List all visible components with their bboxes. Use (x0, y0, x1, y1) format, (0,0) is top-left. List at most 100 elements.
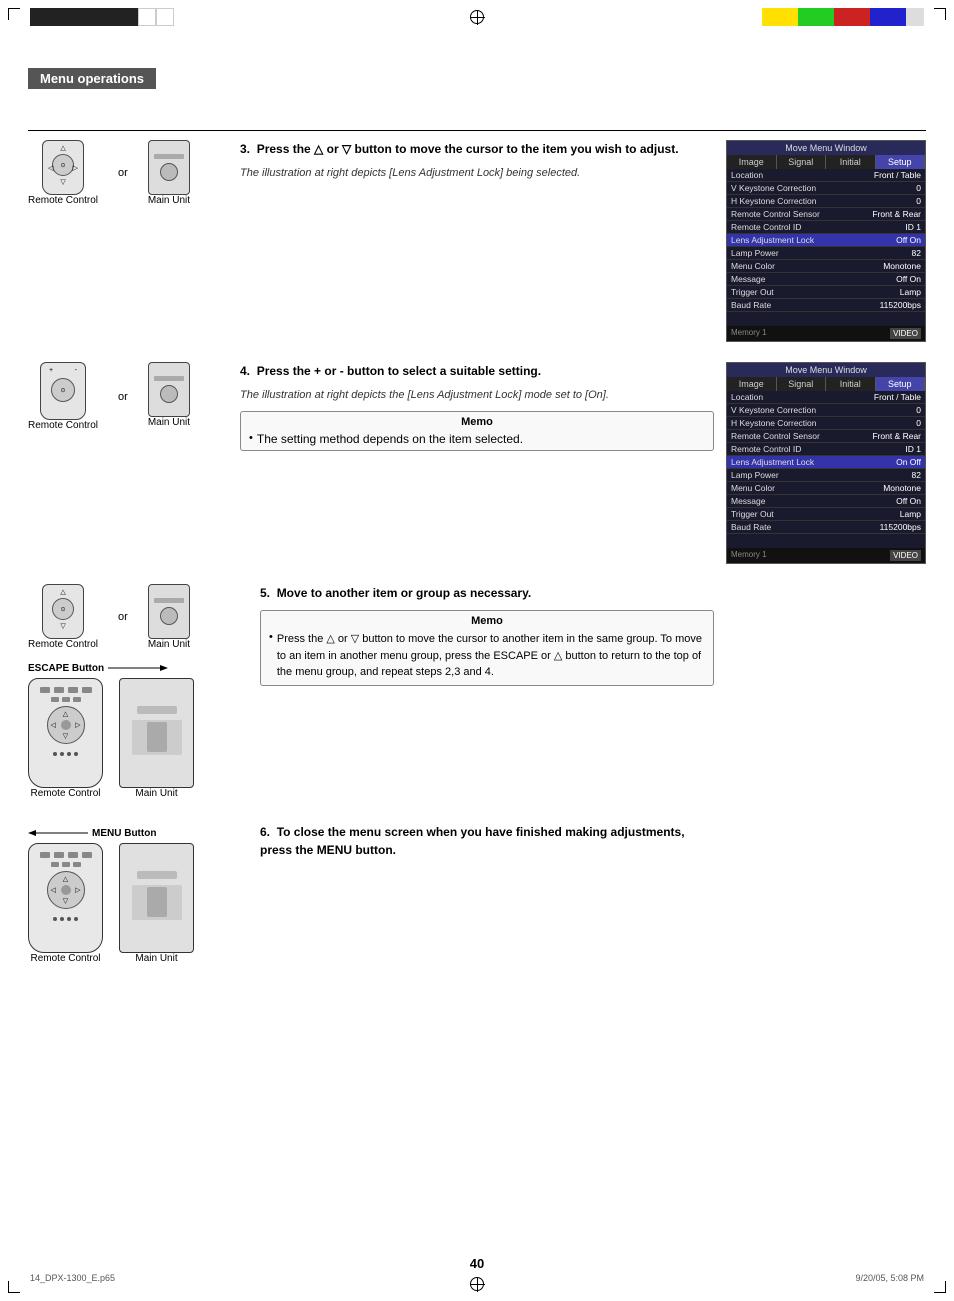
row-menucolor-value: Monotone (883, 261, 921, 271)
step-3-row: △ ⊙ ▽ ◁ ▷ Remote Control or (28, 140, 926, 342)
row-baudrate-label: Baud Rate (731, 300, 771, 310)
step4-instruction-text: Press the + or - button to select a suit… (257, 364, 541, 378)
step6-large-remote-icon: △ ▽ ◁ ▷ (28, 843, 103, 953)
escape-label-text: ESCAPE Button (28, 663, 104, 674)
menu-row-location: Location Front / Table (727, 169, 925, 182)
step5-instruction: 5. Move to another item or group as nece… (260, 584, 714, 602)
row-location-label: Location (731, 170, 763, 180)
step4-memo: Memo The setting method depends on the i… (240, 411, 714, 451)
corner-mark-br (934, 1281, 946, 1293)
row-hkeystone-label: H Keystone Correction (731, 196, 817, 206)
step4-or: or (118, 362, 128, 431)
step3-menu: Move Menu Window Image Signal Initial Se… (726, 140, 926, 342)
step6-large-unit-label: Main Unit (135, 953, 177, 964)
row-vkeystone-value: 0 (916, 183, 921, 193)
menu-window-1-footer: Memory 1 VIDEO (727, 326, 925, 341)
row-trigger-value: Lamp (900, 287, 921, 297)
tab2-image[interactable]: Image (727, 377, 777, 391)
row-message-value: Off On (896, 274, 921, 284)
step5-unit-icon-top (148, 584, 190, 639)
tab2-signal[interactable]: Signal (777, 377, 827, 391)
menu-label-text: MENU Button (92, 828, 156, 839)
color-bar-top (762, 8, 924, 26)
step6-menu-section: MENU Button (28, 827, 194, 968)
menu-row-message: Message Off On (727, 273, 925, 286)
step5-instruction-text: Move to another item or group as necessa… (277, 586, 532, 600)
menu2-row-location: Location Front / Table (727, 391, 925, 404)
step5-memo-content: Press the △ or ▽ button to move the curs… (277, 631, 705, 681)
menu2-row-baudrate: Baud Rate 115200bps (727, 521, 925, 534)
tab-setup[interactable]: Setup (876, 155, 926, 169)
escape-arrow-svg (108, 662, 168, 674)
menu-window-1-tabs: Image Signal Initial Setup (727, 155, 925, 169)
step6-instruction: 6. To close the menu screen when you hav… (260, 823, 714, 859)
step4-remote-label: Remote Control (28, 420, 98, 431)
step3-unit-icon (148, 140, 190, 195)
step-5-devices: △ ⊙ ▽ Remote Control or Main Unit (28, 584, 248, 803)
step3-remote-icon: △ ⊙ ▽ ◁ ▷ (42, 140, 84, 195)
step-3-text: 3. Press the △ or ▽ button to move the c… (228, 140, 726, 181)
section-title: Menu operations (40, 71, 144, 86)
step-4-row: + - ⊙ Remote Control or Main Unit (28, 362, 926, 564)
step6-large-unit-icon (119, 843, 194, 953)
step4-unit-item: Main Unit (148, 362, 190, 431)
menu-window-2-tabs: Image Signal Initial Setup (727, 377, 925, 391)
corner-mark-tr (934, 8, 946, 20)
step4-remote-icon: + - ⊙ (40, 362, 86, 420)
row-hkeystone-value: 0 (916, 196, 921, 206)
step6-large-remote-label: Remote Control (30, 953, 100, 964)
menu2-row-lamppower: Lamp Power 82 (727, 469, 925, 482)
step5-large-unit-label: Main Unit (135, 788, 177, 799)
step6-large-devices: △ ▽ ◁ ▷ (28, 843, 194, 964)
menu-window-2-title: Move Menu Window (727, 363, 925, 377)
corner-mark-bl (8, 1281, 20, 1293)
menu-button-label: MENU Button (28, 827, 194, 839)
step5-unit-label-top: Main Unit (148, 639, 190, 650)
step-4-devices: + - ⊙ Remote Control or Main Unit (28, 362, 228, 435)
step5-large-unit: Main Unit (119, 678, 194, 799)
menu2-row-message: Message Off On (727, 495, 925, 508)
menu-window-2: Move Menu Window Image Signal Initial Se… (726, 362, 926, 564)
step-3-devices: △ ⊙ ▽ ◁ ▷ Remote Control or (28, 140, 228, 210)
menu-row-vkeystone: V Keystone Correction 0 (727, 182, 925, 195)
step3-unit-label: Main Unit (148, 195, 190, 206)
main-content: △ ⊙ ▽ ◁ ▷ Remote Control or (28, 130, 926, 988)
escape-button-label: ESCAPE Button (28, 662, 194, 674)
row-rcid-label: Remote Control ID (731, 222, 801, 232)
menu2-row-lenslock: Lens Adjustment Lock On Off (727, 456, 925, 469)
step3-instruction: 3. Press the △ or ▽ button to move the c… (240, 140, 714, 158)
step-4-text: 4. Press the + or - button to select a s… (228, 362, 726, 459)
step5-large-remote-icon: △ ▽ ◁ ▷ (28, 678, 103, 788)
tab2-setup[interactable]: Setup (876, 377, 926, 391)
row-menucolor-label: Menu Color (731, 261, 775, 271)
menu2-row-rcsensor: Remote Control Sensor Front & Rear (727, 430, 925, 443)
step-5-text: 5. Move to another item or group as nece… (248, 584, 726, 694)
step4-memo-text: The setting method depends on the item s… (249, 432, 705, 446)
step-6-text: 6. To close the menu screen when you hav… (248, 823, 726, 867)
menu2-row-trigger: Trigger Out Lamp (727, 508, 925, 521)
menu-window-1: Move Menu Window Image Signal Initial Se… (726, 140, 926, 342)
registration-mark-bottom (470, 1277, 484, 1291)
step5-large-remote: △ ▽ ◁ ▷ (28, 678, 103, 799)
tab-initial[interactable]: Initial (826, 155, 876, 169)
step3-remote-label: Remote Control (28, 195, 98, 206)
tab-image[interactable]: Image (727, 155, 777, 169)
step5-remote-label: Remote Control (28, 639, 98, 650)
row-location-value: Front / Table (874, 170, 921, 180)
tab-signal[interactable]: Signal (777, 155, 827, 169)
menu2-row-hkeystone: H Keystone Correction 0 (727, 417, 925, 430)
step4-memo-content: The setting method depends on the item s… (257, 432, 523, 446)
menu2-row-vkeystone: V Keystone Correction 0 (727, 404, 925, 417)
step5-unit-item-top: Main Unit (148, 584, 190, 650)
menu-window-1-title: Move Menu Window (727, 141, 925, 155)
page-number: 40 (470, 1256, 484, 1271)
tab2-initial[interactable]: Initial (826, 377, 876, 391)
step3-unit-item: Main Unit (148, 140, 190, 206)
step6-instruction-text: To close the menu screen when you have f… (260, 825, 685, 857)
step6-large-remote: △ ▽ ◁ ▷ (28, 843, 103, 964)
menu-footer-vid: VIDEO (890, 328, 921, 339)
step4-instruction: 4. Press the + or - button to select a s… (240, 362, 714, 380)
step5-or: or (118, 584, 128, 650)
row-lenslock-label: Lens Adjustment Lock (731, 235, 814, 245)
menu-footer-mem: Memory 1 (731, 328, 767, 339)
